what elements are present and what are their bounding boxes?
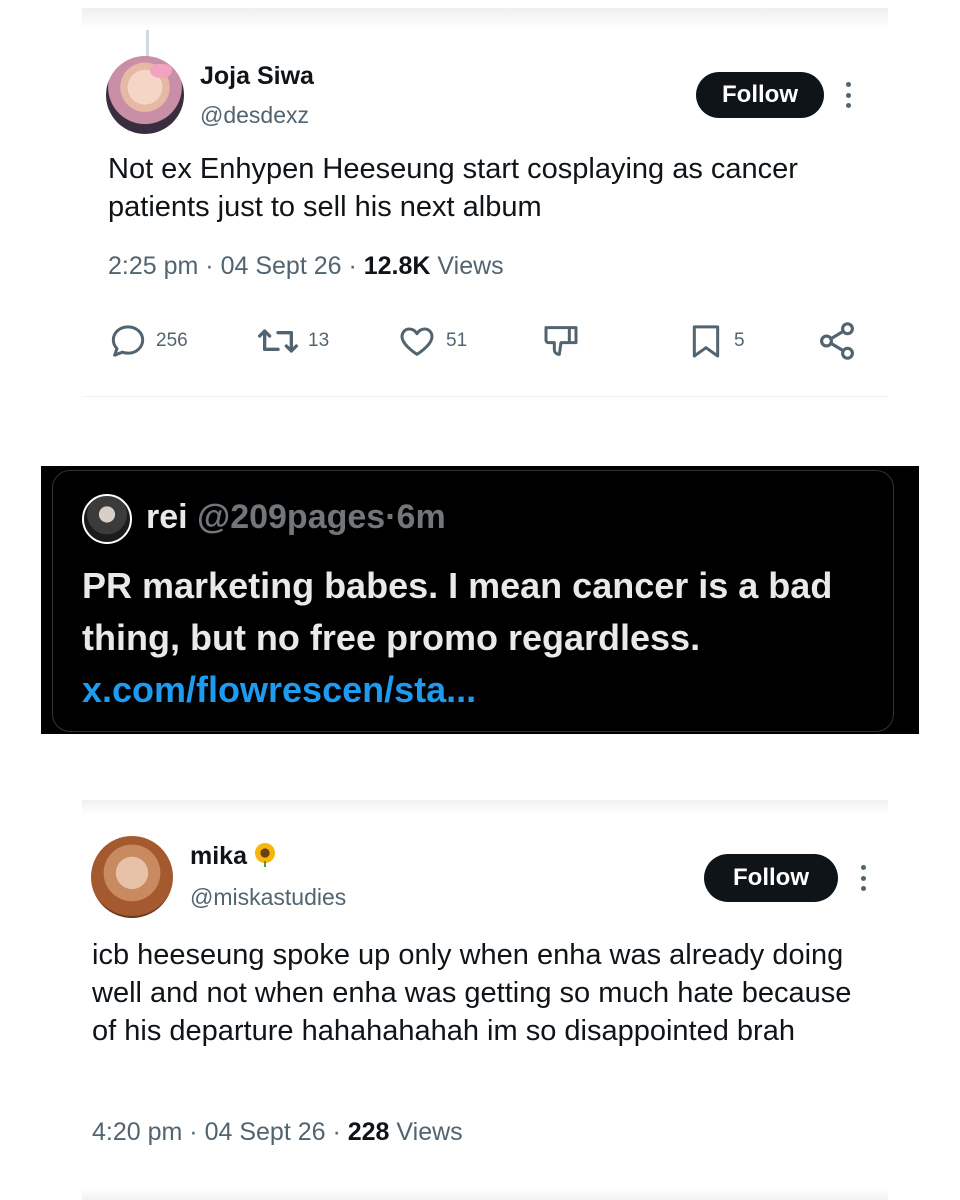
thread-line	[146, 30, 149, 58]
follow-button[interactable]: Follow	[704, 854, 838, 902]
tweet-text: icb heeseung spoke up only when enha was…	[92, 939, 852, 1047]
tweet-text: Not ex Enhypen Heeseung start cosplaying…	[108, 153, 798, 223]
avatar[interactable]	[82, 494, 132, 544]
meta-separator: ·	[332, 1118, 341, 1146]
bookmark-icon	[692, 325, 720, 358]
repost-icon	[257, 329, 298, 353]
meta-separator: ·	[205, 252, 214, 280]
author-handle[interactable]: @desdexz	[200, 102, 309, 129]
bow-decoration	[150, 64, 172, 78]
more-options-icon[interactable]	[844, 82, 852, 108]
tweet-meta: 4:20 pm · 04 Sept 26 · 228 Views	[92, 1118, 463, 1147]
like-button[interactable]: 51	[396, 318, 467, 364]
author-name[interactable]: rei	[146, 498, 188, 536]
follow-button[interactable]: Follow	[696, 72, 824, 118]
tweet-actions: 256 13 51 5	[108, 318, 860, 364]
share-icon	[820, 322, 854, 360]
reply-button[interactable]: 256	[108, 318, 188, 364]
meta-separator: ·	[348, 252, 357, 280]
top-fade	[82, 8, 888, 30]
repost-count: 13	[308, 330, 330, 351]
quoted-tweet-header: rei @209pages·6m	[146, 498, 446, 537]
tweet-time[interactable]: 2:25 pm	[108, 252, 198, 280]
avatar[interactable]	[91, 836, 173, 918]
divider	[82, 396, 888, 397]
views-label: Views	[396, 1118, 463, 1146]
author-name-row: mika	[190, 842, 277, 871]
bookmark-count: 5	[734, 330, 745, 351]
author-handle[interactable]: @miskastudies	[190, 884, 346, 911]
section-fade	[82, 800, 888, 814]
heart-icon	[400, 327, 434, 356]
author-name[interactable]: mika	[190, 842, 247, 870]
avatar[interactable]	[106, 56, 184, 134]
meta-separator: ·	[189, 1118, 198, 1146]
tweet-age: 6m	[396, 498, 446, 536]
views-count: 12.8K	[363, 252, 431, 280]
bottom-fade	[82, 1188, 888, 1200]
views-count: 228	[347, 1118, 390, 1146]
repost-button[interactable]: 13	[256, 318, 329, 364]
author-name[interactable]: Joja Siwa	[200, 62, 314, 91]
tweet-link[interactable]: x.com/flowrescen/sta...	[82, 669, 476, 710]
tweet-time[interactable]: 4:20 pm	[92, 1118, 182, 1146]
reply-icon	[111, 325, 145, 357]
author-handle[interactable]: @209pages	[197, 498, 385, 536]
meta-separator: ·	[385, 498, 397, 536]
reply-count: 256	[156, 330, 188, 351]
share-button[interactable]	[816, 318, 858, 364]
quoted-tweet-text: PR marketing babes. I mean cancer is a b…	[82, 560, 882, 716]
tweet-date[interactable]: 04 Sept 26	[221, 252, 342, 280]
more-options-icon[interactable]	[859, 865, 867, 891]
tweet-date[interactable]: 04 Sept 26	[205, 1118, 326, 1146]
views-label: Views	[437, 252, 504, 280]
tweet-meta: 2:25 pm · 04 Sept 26 · 12.8K Views	[108, 252, 504, 281]
bookmark-button[interactable]: 5	[686, 318, 745, 364]
thumbs-down-icon	[544, 326, 578, 356]
like-count: 51	[446, 330, 468, 351]
quoted-tweet-body: PR marketing babes. I mean cancer is a b…	[82, 565, 833, 658]
dislike-button[interactable]	[540, 318, 582, 364]
sunflower-icon	[253, 843, 277, 867]
